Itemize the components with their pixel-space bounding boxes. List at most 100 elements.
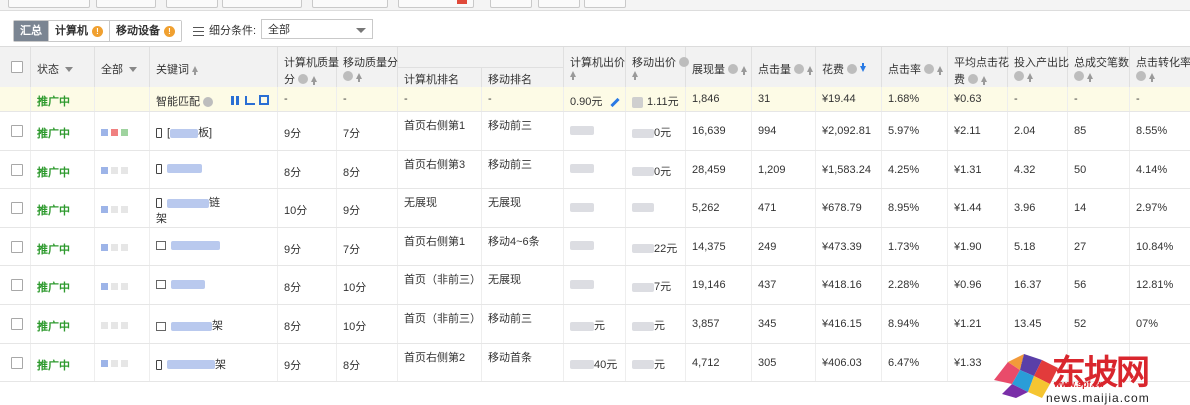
computer-icon <box>156 321 166 331</box>
toolbar-button[interactable] <box>490 0 532 8</box>
mob-rank: 移动前三 <box>488 120 532 132</box>
header-mob-quality[interactable]: 移动质量分 <box>337 47 398 87</box>
header-mob-bid[interactable]: 移动出价 <box>626 47 689 87</box>
header-ctr[interactable]: 点击率 <box>882 47 948 87</box>
toolbar-button[interactable] <box>8 0 90 8</box>
keyword-cell[interactable] <box>156 163 202 175</box>
device-indicator <box>101 126 131 138</box>
row-checkbox[interactable] <box>11 240 23 253</box>
tab-mobile[interactable]: 移动设备! <box>109 21 181 41</box>
row-checkbox[interactable] <box>11 125 23 137</box>
pc-rank: 首页右侧第3 <box>404 158 466 171</box>
pc-bid-cell[interactable] <box>570 201 594 213</box>
header-avg-cpc[interactable]: 平均点击花费 <box>948 47 1009 87</box>
keyword-cell[interactable]: 链 <box>156 194 220 210</box>
header-transactions-label: 总成交笔数 <box>1074 57 1129 69</box>
row-checkbox[interactable] <box>11 163 23 176</box>
pc-bid[interactable]: 0.90元 <box>570 96 602 108</box>
pc-bid-cell[interactable] <box>570 124 594 136</box>
toolbar-button[interactable] <box>222 0 302 8</box>
pc-bid-masked <box>570 279 594 289</box>
toolbar-button[interactable] <box>166 0 218 8</box>
header-pc-bid[interactable]: 计算机出价 <box>564 47 626 87</box>
header-cvr[interactable]: 点击转化率 <box>1130 47 1190 87</box>
row-checkbox[interactable] <box>11 318 23 330</box>
mob-rank: 无展现 <box>488 197 521 210</box>
header-ctr-label: 点击率 <box>888 64 921 76</box>
table-row[interactable]: 推广中 链架 10分 9分 无展现 无展现 5,262 471 ¥678.79 8.95% ¥1.4… <box>0 189 1190 228</box>
impressions: 1,846 <box>692 93 720 105</box>
header-impressions[interactable]: 展现量 <box>686 47 752 87</box>
avg-cpc: ¥1.31 <box>954 163 982 176</box>
keyword-cell[interactable] <box>156 278 205 290</box>
mob-quality: 10分 <box>343 282 367 295</box>
table-row[interactable]: 推广中 9分 7分 首页右侧第1 移动4~6条 22元 14,375 249 ¥473.39 1.… <box>0 227 1190 267</box>
mob-bid-cell[interactable]: 元 <box>632 317 665 333</box>
tab-computer[interactable]: 计算机! <box>48 21 109 41</box>
tab-summary[interactable]: 汇总 <box>14 21 48 41</box>
device-indicator <box>101 203 131 215</box>
keyword-suffix: 链 <box>209 197 220 210</box>
pc-bid-cell[interactable] <box>570 278 594 290</box>
header-pc-quality[interactable]: 计算机质量分 <box>278 47 339 87</box>
pc-bid-cell[interactable]: 40元 <box>570 356 617 372</box>
clicks: 1,209 <box>758 163 786 176</box>
row-checkbox[interactable] <box>11 279 23 292</box>
mob-bid-cell[interactable]: 元 <box>632 356 665 372</box>
pc-bid-masked <box>570 125 594 135</box>
mob-bid-cell[interactable] <box>632 201 654 213</box>
pc-quality: 8分 <box>284 166 302 179</box>
line-chart-icon[interactable] <box>245 95 255 105</box>
toolbar-button[interactable] <box>538 0 580 8</box>
tab-mobile-label: 移动设备 <box>116 25 160 37</box>
subdivide-select[interactable]: 全部 <box>261 19 373 39</box>
bar-chart-icon[interactable] <box>231 95 241 105</box>
header-cost[interactable]: 花费 <box>816 47 882 87</box>
edit-pencil-icon[interactable] <box>610 97 621 107</box>
cost: ¥678.79 <box>822 202 862 215</box>
ctr: 4.25% <box>888 163 920 176</box>
toolbar-button[interactable] <box>312 0 388 8</box>
table-row[interactable]: 推广中 [板] 9分 7分 首页右侧第1 移动前三 0元 16,639 994 ¥2,092.81… <box>0 112 1190 151</box>
header-keyword[interactable]: 关键词 <box>150 47 278 87</box>
keyword-cell[interactable]: 架 <box>156 356 226 372</box>
mob-quality: 10分 <box>343 321 367 333</box>
toolbar-button[interactable] <box>96 0 156 8</box>
row-checkbox[interactable] <box>11 356 23 369</box>
report-icon[interactable] <box>259 95 269 106</box>
table-row[interactable]: 推广中 架 8分 10分 首页（非前三） 移动前三元 元 3,857 345 ¥416.15 8.9… <box>0 305 1190 344</box>
mob-bid[interactable]: 1.11元 <box>647 96 679 108</box>
table-row-smart-match[interactable]: 推广中 智能匹配 - - - - 0.90元 1.11元 1,846 31 ¥1… <box>0 87 1190 112</box>
toolbar-button[interactable] <box>584 0 626 8</box>
header-transactions[interactable]: 总成交笔数 <box>1068 47 1130 87</box>
pc-bid-cell[interactable] <box>570 240 594 252</box>
header-status[interactable]: 状态 <box>31 47 95 87</box>
mob-bid-cell[interactable]: 0元 <box>632 124 671 140</box>
mob-bid-cell[interactable]: 22元 <box>632 240 677 256</box>
toolbar-button[interactable] <box>398 0 474 8</box>
table-row[interactable]: 推广中 8分 8分 首页右侧第3 移动前三 0元 28,459 1,209 ¥1,583.24 4… <box>0 150 1190 190</box>
pc-rank: 无展现 <box>404 197 437 210</box>
keyword-cell[interactable]: 架 <box>156 317 223 333</box>
pc-bid-cell[interactable] <box>570 163 594 175</box>
keyword-cell[interactable] <box>156 240 220 252</box>
row-checkbox[interactable] <box>11 202 23 215</box>
device-indicator <box>101 242 131 254</box>
select-all-checkbox[interactable] <box>11 61 23 73</box>
header-roi[interactable]: 投入产出比 <box>1008 47 1069 87</box>
header-cvr-label: 点击转化率 <box>1136 57 1190 69</box>
mobile-tag-icon <box>632 96 643 108</box>
mob-bid-cell[interactable]: 7元 <box>632 278 671 294</box>
header-mob-bid-label: 移动出价 <box>632 57 676 69</box>
impressions: 4,712 <box>692 356 720 369</box>
keyword-cell[interactable]: [板] <box>156 124 212 140</box>
roi: 16.37 <box>1014 279 1042 292</box>
pc-bid-cell[interactable]: 元 <box>570 317 605 333</box>
header-clicks[interactable]: 点击量 <box>752 47 816 87</box>
table-row[interactable]: 推广中 8分 10分 首页（非前三） 无展现 7元 19,146 437 ¥418.16 2.28… <box>0 266 1190 305</box>
cvr: 10.84% <box>1136 240 1174 253</box>
mob-bid-cell[interactable]: 0元 <box>632 163 671 179</box>
header-device[interactable]: 全部 <box>95 47 150 87</box>
keyword-masked <box>170 128 199 138</box>
help-icon <box>1014 71 1024 81</box>
